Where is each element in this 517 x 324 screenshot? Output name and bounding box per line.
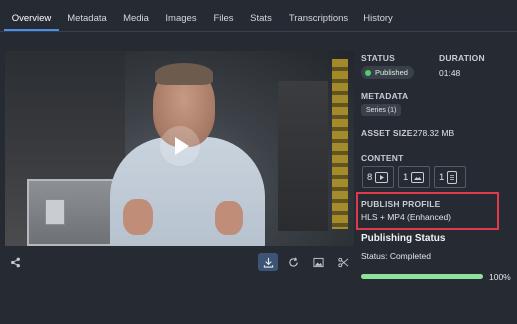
- content-label: CONTENT: [361, 153, 404, 163]
- image-icon: [411, 171, 425, 183]
- download-icon[interactable]: [258, 253, 278, 271]
- publish-profile-highlight: [356, 192, 499, 230]
- tab-images[interactable]: Images: [163, 0, 199, 32]
- tab-media[interactable]: Media: [119, 0, 153, 32]
- tab-transcriptions[interactable]: Transcriptions: [287, 0, 350, 32]
- status-badge: Published: [361, 66, 414, 79]
- publishing-progress-fill: [361, 274, 483, 279]
- video-icon: [375, 171, 389, 183]
- content-images[interactable]: 1: [398, 166, 430, 188]
- publishing-status-text: Status: Completed: [361, 251, 431, 261]
- tab-stats[interactable]: Stats: [248, 0, 274, 32]
- publishing-progress-bar: [361, 274, 483, 279]
- status-label: STATUS: [361, 53, 395, 63]
- tab-metadata[interactable]: Metadata: [64, 0, 110, 32]
- content-image-count: 1: [403, 171, 409, 183]
- scissors-icon[interactable]: [333, 253, 353, 271]
- content-video-count: 8: [367, 171, 373, 183]
- content-videos[interactable]: 8: [362, 166, 394, 188]
- share-icon[interactable]: [5, 253, 25, 271]
- status-dot-icon: [365, 69, 371, 76]
- document-icon: [447, 170, 458, 184]
- video-background-rig: [278, 81, 328, 231]
- duration-label: DURATION: [439, 53, 485, 63]
- series-badge[interactable]: Series (1): [361, 104, 402, 116]
- asset-size-label: ASSET SIZE: [361, 128, 413, 138]
- video-background-truss: [332, 59, 348, 229]
- duration-value: 01:48: [439, 68, 461, 78]
- content-document-count: 1: [439, 171, 445, 183]
- metadata-label: METADATA: [361, 91, 409, 101]
- image-icon[interactable]: [308, 253, 328, 271]
- publish-profile-value: HLS + MP4 (Enhanced): [361, 212, 452, 222]
- tab-overview[interactable]: Overview: [4, 0, 59, 32]
- tab-history[interactable]: History: [361, 0, 395, 32]
- publishing-progress-label: 100%: [489, 272, 511, 282]
- status-value: Published: [375, 68, 408, 77]
- video-player[interactable]: [5, 51, 354, 246]
- publishing-status-title: Publishing Status: [361, 233, 446, 244]
- refresh-icon[interactable]: [283, 253, 303, 271]
- active-tab-indicator: [4, 29, 59, 31]
- publish-profile-label: PUBLISH PROFILE: [361, 199, 441, 209]
- asset-size-value: 278.32 MB: [413, 128, 455, 138]
- play-icon[interactable]: [160, 126, 200, 166]
- tab-files[interactable]: Files: [210, 0, 237, 32]
- content-documents[interactable]: 1: [434, 166, 466, 188]
- tab-bar: Overview Metadata Media Images Files Sta…: [0, 0, 517, 32]
